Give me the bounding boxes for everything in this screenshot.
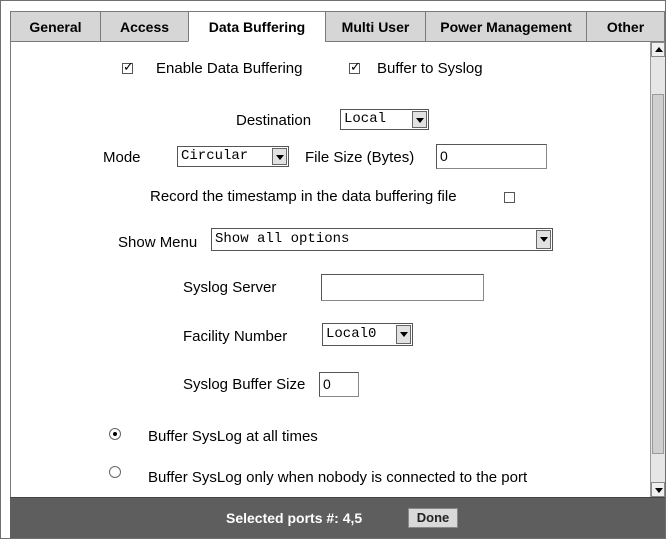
tab-bar: General Access Data Buffering Multi User… [10, 11, 665, 43]
facility-number-label: Facility Number [183, 328, 288, 345]
chevron-down-icon [396, 325, 411, 344]
tab-general[interactable]: General [10, 12, 100, 42]
show-menu-value: Show all options [215, 231, 350, 247]
done-button[interactable]: Done [408, 508, 458, 528]
radio-selected-icon [113, 432, 117, 436]
tab-other[interactable]: Other [586, 12, 665, 42]
mode-label: Mode [103, 149, 141, 166]
data-buffering-panel: ✓ Enable Data Buffering ✓ Buffer to Sysl… [10, 42, 651, 497]
arrow-up-icon [655, 47, 663, 52]
buffer-syslog-when-disconnected-label: Buffer SysLog only when nobody is connec… [148, 469, 528, 486]
scroll-down-button[interactable] [651, 482, 665, 497]
show-menu-select[interactable]: Show all options [211, 228, 553, 251]
facility-number-select[interactable]: Local0 [322, 323, 413, 346]
checkmark-icon: ✓ [123, 59, 134, 74]
tab-access[interactable]: Access [100, 12, 188, 42]
config-window: General Access Data Buffering Multi User… [0, 0, 666, 539]
destination-select[interactable]: Local [340, 109, 429, 130]
footer-bar: Selected ports #: 4,5 Done [10, 497, 665, 538]
chevron-down-icon [272, 148, 287, 165]
syslog-buffer-size-input[interactable]: 0 [319, 372, 359, 397]
checkmark-icon: ✓ [350, 59, 361, 74]
vertical-scrollbar[interactable] [650, 42, 665, 497]
buffer-to-syslog-label: Buffer to Syslog [377, 60, 483, 77]
buffer-syslog-always-label: Buffer SysLog at all times [148, 428, 318, 445]
buffer-syslog-always-radio[interactable] [109, 428, 121, 440]
chevron-down-icon [412, 111, 427, 128]
mode-value: Circular [181, 148, 249, 164]
buffer-to-syslog-checkbox[interactable]: ✓ [349, 59, 361, 74]
enable-data-buffering-checkbox[interactable]: ✓ [122, 59, 134, 74]
syslog-buffer-size-label: Syslog Buffer Size [183, 376, 306, 393]
file-size-label: File Size (Bytes) [305, 149, 415, 166]
selected-ports-text: Selected ports #: 4,5 [226, 510, 363, 526]
destination-label: Destination [236, 112, 312, 129]
record-timestamp-label: Record the timestamp in the data bufferi… [150, 188, 457, 205]
tab-multi-user[interactable]: Multi User [325, 12, 425, 42]
enable-data-buffering-label: Enable Data Buffering [156, 60, 303, 77]
buffer-syslog-when-disconnected-radio[interactable] [109, 466, 121, 478]
mode-select[interactable]: Circular [177, 146, 289, 167]
syslog-server-input[interactable] [321, 274, 484, 301]
tab-data-buffering[interactable]: Data Buffering [188, 12, 325, 42]
facility-number-value: Local0 [326, 326, 377, 342]
chevron-down-icon [536, 230, 551, 249]
scrollbar-thumb[interactable] [652, 94, 664, 454]
tab-power-management[interactable]: Power Management [425, 12, 586, 42]
destination-value: Local [344, 111, 387, 127]
show-menu-label: Show Menu [118, 234, 198, 251]
file-size-input[interactable]: 0 [436, 144, 547, 169]
scroll-up-button[interactable] [651, 42, 665, 57]
record-timestamp-checkbox[interactable] [504, 192, 515, 203]
syslog-server-label: Syslog Server [183, 279, 277, 296]
arrow-down-icon [655, 488, 663, 493]
